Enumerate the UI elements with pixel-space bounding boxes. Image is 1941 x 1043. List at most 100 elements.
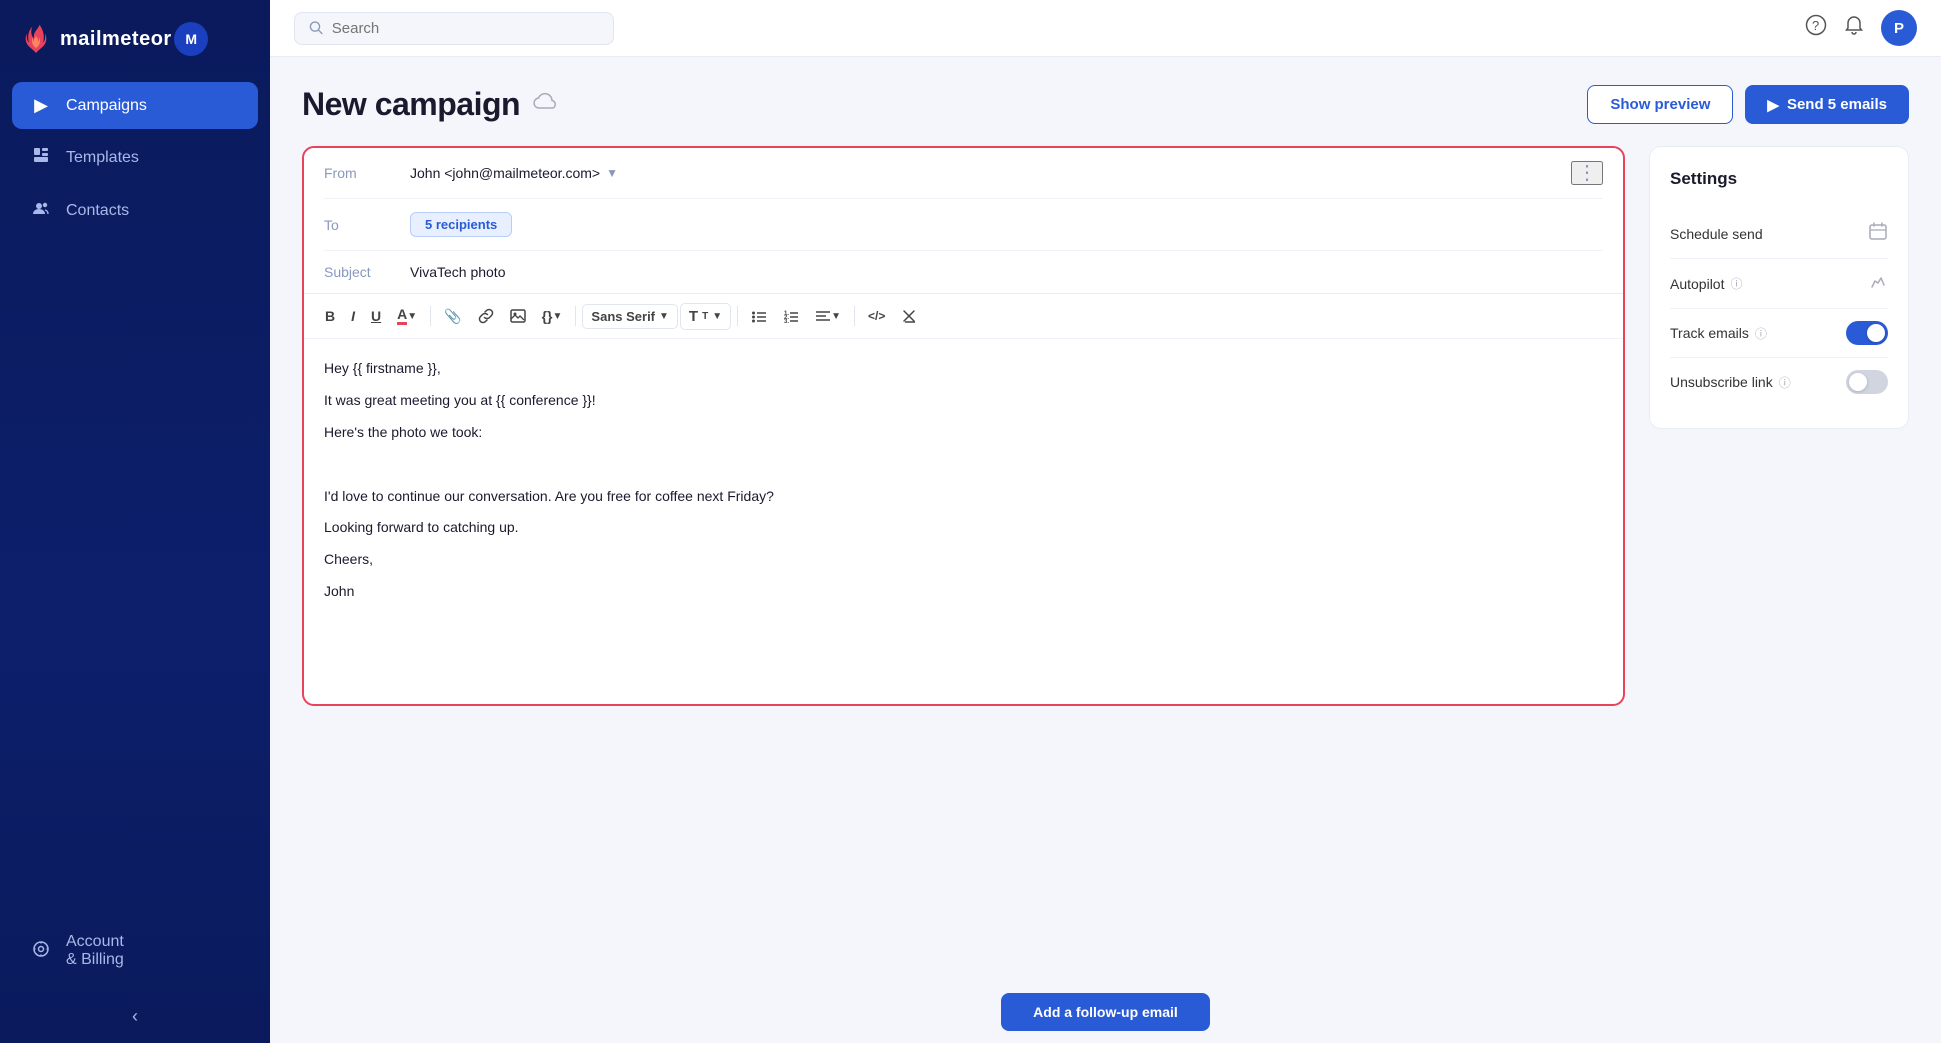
- sidebar-item-campaigns[interactable]: ▶ Campaigns: [12, 82, 258, 129]
- bold-button[interactable]: B: [318, 303, 342, 329]
- align-button[interactable]: ▼: [808, 303, 848, 329]
- svg-text:3.: 3.: [784, 319, 789, 324]
- sidebar-item-label-campaigns: Campaigns: [66, 97, 147, 115]
- logo-text: mailmeteor: [60, 28, 172, 51]
- collapse-icon: ‹: [132, 1006, 138, 1027]
- image-button[interactable]: [503, 303, 533, 329]
- from-dropdown-arrow: ▼: [606, 166, 618, 180]
- sidebar-item-label-templates: Templates: [66, 149, 139, 167]
- user-avatar[interactable]: P: [1881, 10, 1917, 46]
- main-area: ? P New campaign Show preview ▶ Send 5 e…: [270, 0, 1941, 1043]
- editor-line-6: Looking forward to catching up.: [324, 516, 1603, 540]
- autopilot-icon[interactable]: [1868, 271, 1888, 296]
- track-emails-text: Track emails: [1670, 325, 1749, 341]
- font-family-button[interactable]: Sans Serif ▼: [582, 304, 678, 329]
- logo-circle: M: [174, 22, 208, 56]
- flame-icon: [22, 23, 50, 55]
- autopilot-info-icon[interactable]: ⓘ: [1730, 275, 1742, 292]
- composer-header: From John <john@mailmeteor.com> ▼ ⋮ To 5…: [304, 148, 1623, 294]
- font-name: Sans Serif: [591, 309, 655, 324]
- search-input[interactable]: [332, 20, 599, 37]
- code-label: {}: [542, 308, 553, 324]
- page-title: New campaign: [302, 86, 520, 123]
- schedule-send-text: Schedule send: [1670, 226, 1763, 242]
- send-emails-button[interactable]: ▶ Send 5 emails: [1745, 85, 1909, 124]
- unsubscribe-label: Unsubscribe link ⓘ: [1670, 374, 1791, 391]
- sidebar: mailmeteor M ▶ Campaigns Templates Conta…: [0, 0, 270, 1043]
- image-icon: [510, 308, 526, 324]
- code-button[interactable]: {} ▼: [535, 303, 570, 329]
- composer-area: From John <john@mailmeteor.com> ▼ ⋮ To 5…: [302, 146, 1909, 977]
- contacts-icon: [30, 199, 52, 222]
- from-row: From John <john@mailmeteor.com> ▼ ⋮: [324, 148, 1603, 199]
- link-button[interactable]: [471, 303, 501, 329]
- align-icon: [815, 308, 831, 324]
- subject-input[interactable]: [410, 264, 1603, 280]
- schedule-send-icon[interactable]: [1868, 221, 1888, 246]
- recipients-badge[interactable]: 5 recipients: [410, 212, 512, 237]
- editor-body[interactable]: Hey {{ firstname }}, It was great meetin…: [304, 339, 1623, 704]
- cloud-icon[interactable]: [532, 92, 558, 118]
- subject-row: Subject: [324, 251, 1603, 293]
- sidebar-item-account-billing[interactable]: Account & Billing: [12, 920, 258, 982]
- attach-button[interactable]: 📎: [437, 303, 468, 330]
- align-dropdown: ▼: [831, 311, 841, 322]
- show-preview-button[interactable]: Show preview: [1587, 85, 1733, 124]
- subject-label: Subject: [324, 264, 394, 280]
- text-color-button[interactable]: A ▼: [390, 302, 424, 330]
- underline-button[interactable]: U: [364, 303, 388, 329]
- font-size-button[interactable]: T T ▼: [680, 303, 731, 330]
- campaigns-icon: ▶: [30, 95, 52, 116]
- add-followup-button[interactable]: Add a follow-up email: [1001, 993, 1210, 1031]
- page-footer: Add a follow-up email: [302, 977, 1909, 1043]
- send-label: Send 5 emails: [1787, 96, 1887, 113]
- source-button[interactable]: </>: [861, 304, 892, 328]
- track-emails-toggle[interactable]: [1846, 321, 1888, 345]
- search-wrap[interactable]: [294, 12, 614, 45]
- unsubscribe-info-icon[interactable]: ⓘ: [1779, 374, 1791, 391]
- notifications-icon[interactable]: [1843, 14, 1865, 42]
- track-emails-label: Track emails ⓘ: [1670, 325, 1767, 342]
- from-value[interactable]: John <john@mailmeteor.com> ▼: [410, 165, 618, 181]
- to-row: To 5 recipients: [324, 199, 1603, 251]
- search-icon: [309, 20, 324, 36]
- account-billing-icon: [30, 940, 52, 963]
- editor-toolbar: B I U A ▼ 📎 {}: [304, 294, 1623, 339]
- topbar: ? P: [270, 0, 1941, 57]
- editor-line-7: Cheers,: [324, 548, 1603, 572]
- toolbar-divider-3: [737, 306, 738, 326]
- sidebar-item-templates[interactable]: Templates: [12, 133, 258, 182]
- italic-button[interactable]: I: [344, 303, 362, 329]
- font-size-dropdown: ▼: [712, 311, 722, 322]
- editor-line-1: Hey {{ firstname }},: [324, 357, 1603, 381]
- number-list-button[interactable]: 1.2.3.: [776, 303, 806, 329]
- sidebar-collapse-button[interactable]: ‹: [0, 990, 270, 1043]
- editor-line-2: It was great meeting you at {{ conferenc…: [324, 389, 1603, 413]
- page-header: New campaign Show preview ▶ Send 5 email…: [302, 85, 1909, 124]
- topbar-right: ? P: [1805, 10, 1917, 46]
- font-dropdown: ▼: [659, 311, 669, 322]
- setting-row-track-emails: Track emails ⓘ: [1670, 309, 1888, 358]
- page-title-wrap: New campaign: [302, 86, 558, 123]
- email-composer: From John <john@mailmeteor.com> ▼ ⋮ To 5…: [302, 146, 1625, 706]
- source-label: </>: [868, 309, 885, 323]
- sidebar-item-contacts[interactable]: Contacts: [12, 186, 258, 235]
- nav-items: ▶ Campaigns Templates Contacts Account &…: [0, 74, 270, 990]
- unsubscribe-toggle-track: [1846, 370, 1888, 394]
- toolbar-divider-4: [854, 306, 855, 326]
- templates-icon: [30, 146, 52, 169]
- track-emails-info-icon[interactable]: ⓘ: [1755, 325, 1767, 342]
- font-size-t: T: [702, 311, 708, 322]
- editor-line-5: I'd love to continue our conversation. A…: [324, 485, 1603, 509]
- link-icon: [478, 308, 494, 324]
- clear-format-button[interactable]: [894, 303, 924, 329]
- page-content: New campaign Show preview ▶ Send 5 email…: [270, 57, 1941, 1043]
- code-dropdown: ▼: [553, 311, 563, 322]
- help-icon[interactable]: ?: [1805, 14, 1827, 42]
- bullet-list-icon: [751, 308, 767, 324]
- bullet-list-button[interactable]: [744, 303, 774, 329]
- color-dropdown: ▼: [407, 311, 417, 322]
- unsubscribe-toggle[interactable]: [1846, 370, 1888, 394]
- color-a: A: [397, 307, 407, 325]
- composer-more-button[interactable]: ⋮: [1571, 161, 1603, 185]
